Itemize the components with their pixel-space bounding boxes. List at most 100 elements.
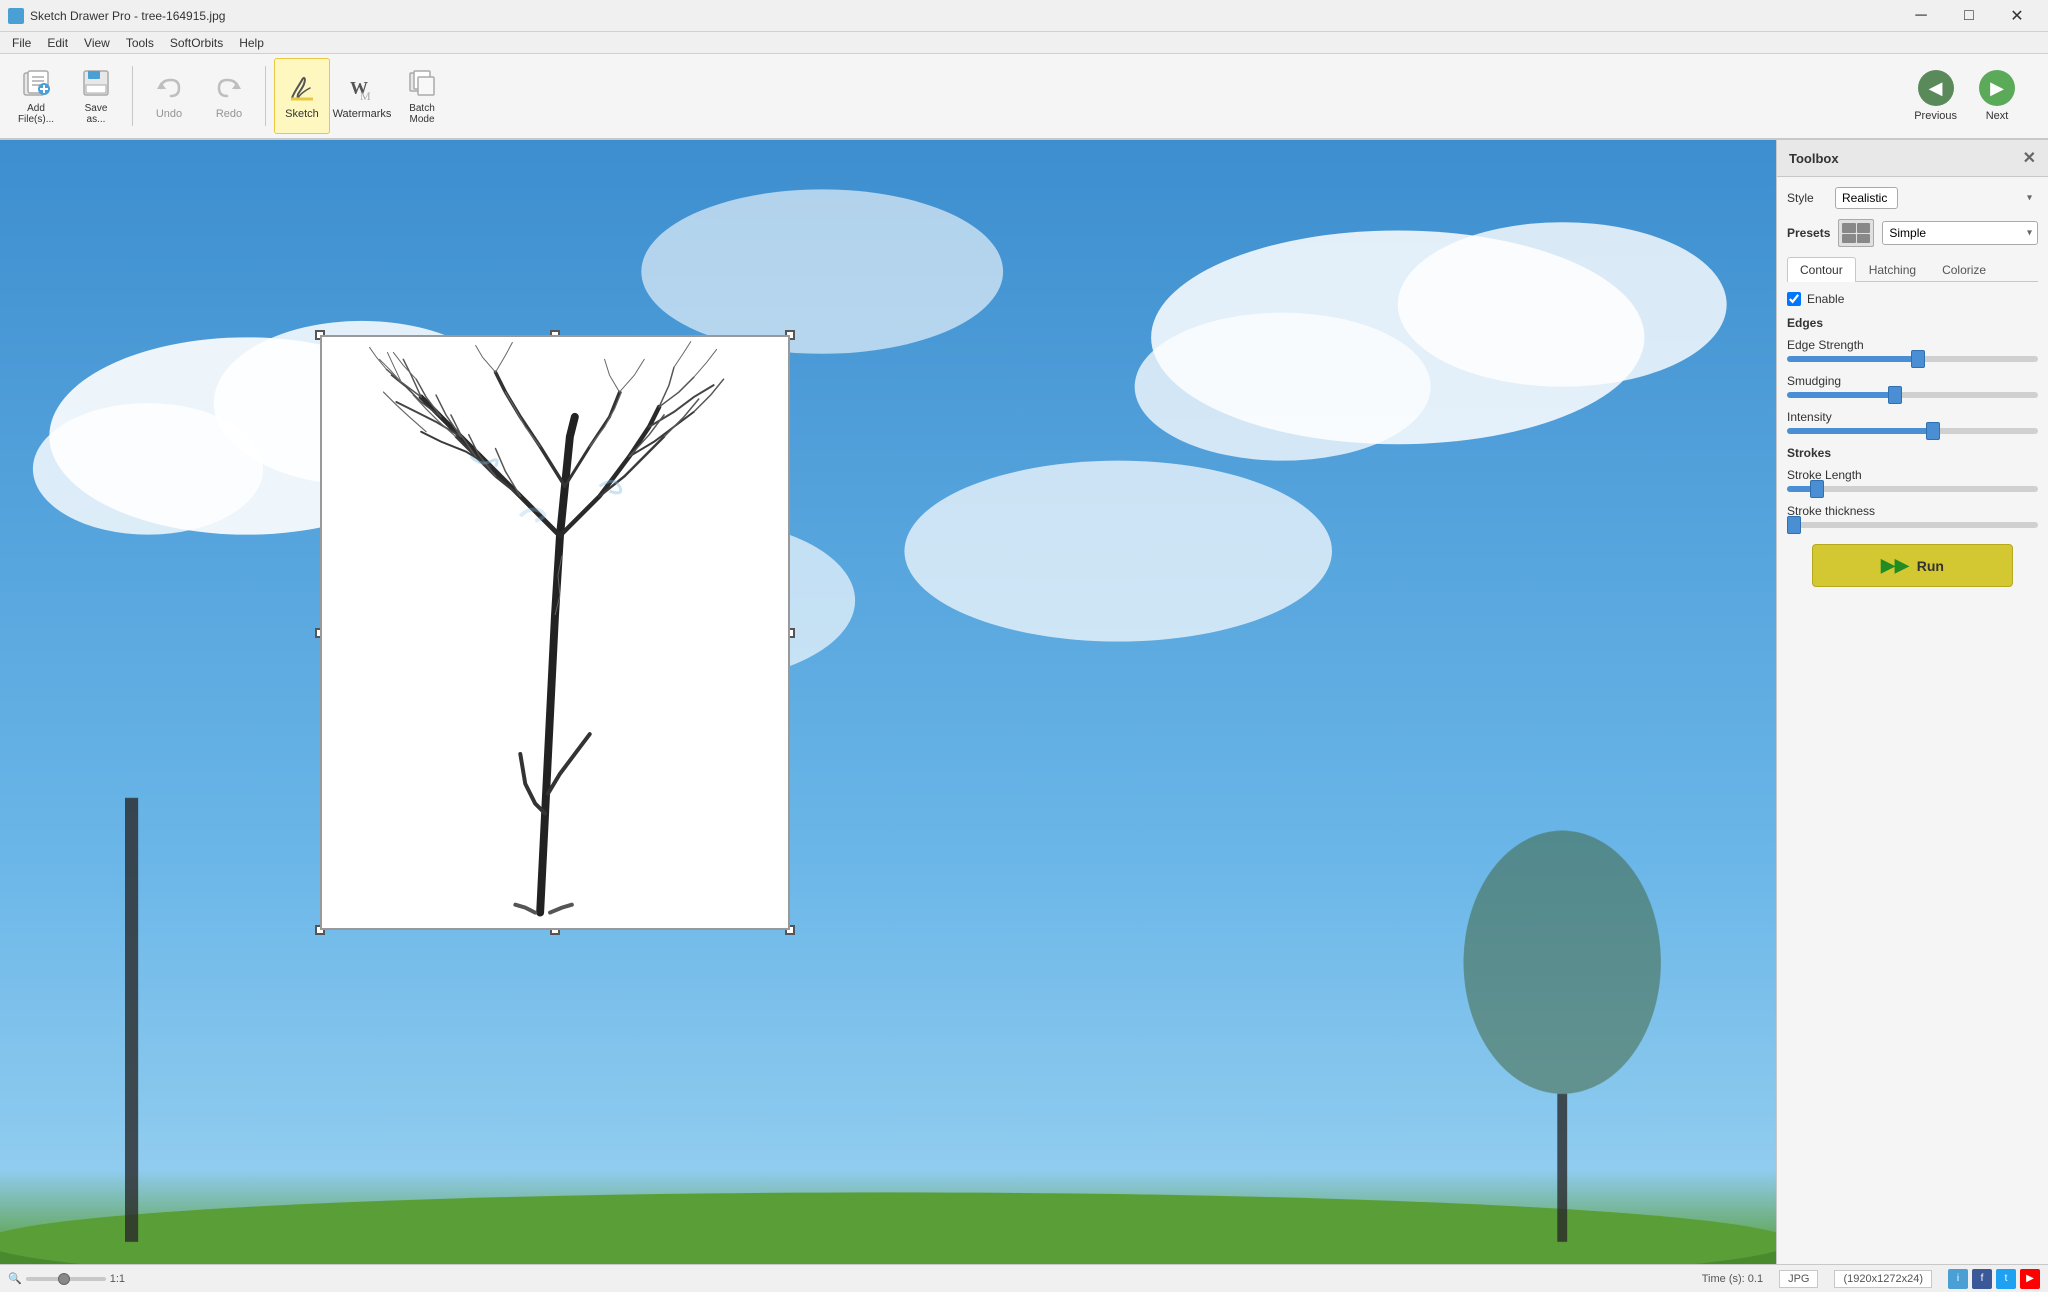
next-button[interactable]: ▶ Next: [1970, 65, 2024, 127]
stroke-thickness-thumb[interactable]: [1787, 516, 1801, 534]
menu-bar: File Edit View Tools SoftOrbits Help: [0, 32, 2048, 54]
previous-icon: ◀: [1918, 70, 1954, 106]
title-bar: Sketch Drawer Pro - tree-164915.jpg ─ □ …: [0, 0, 2048, 32]
canvas-area[interactable]: [0, 140, 1776, 1264]
minimize-button[interactable]: ─: [1898, 0, 1944, 32]
status-dims: (1920x1272x24): [1834, 1270, 1932, 1288]
presets-icon: [1838, 219, 1874, 247]
status-time: Time (s): 0.1: [1702, 1273, 1763, 1285]
stroke-thickness-row: Stroke thickness: [1787, 504, 2038, 528]
menu-softorbits[interactable]: SoftOrbits: [162, 34, 231, 52]
run-label: Run: [1917, 558, 1944, 574]
save-as-label: Saveas...: [85, 103, 108, 125]
toolbox-body: Style Realistic Pencil Charcoal Presets: [1777, 177, 2048, 1264]
sketch-button[interactable]: Sketch: [274, 58, 330, 134]
smudging-thumb[interactable]: [1888, 386, 1902, 404]
zoom-thumb[interactable]: [58, 1273, 70, 1285]
menu-view[interactable]: View: [76, 34, 118, 52]
smudging-row: Smudging: [1787, 374, 2038, 398]
enable-row: Enable: [1787, 292, 2038, 306]
intensity-thumb[interactable]: [1926, 422, 1940, 440]
sketch-icon: [286, 72, 318, 104]
stroke-length-label: Stroke Length: [1787, 468, 2038, 482]
menu-tools[interactable]: Tools: [118, 34, 162, 52]
stroke-thickness-slider[interactable]: [1787, 522, 2038, 528]
watermarks-icon: W M: [346, 72, 378, 104]
sketch-label: Sketch: [285, 108, 319, 120]
tab-hatching[interactable]: Hatching: [1856, 257, 1929, 282]
toolbar-sep-2: [265, 66, 266, 126]
menu-help[interactable]: Help: [231, 34, 272, 52]
add-files-icon: [20, 67, 52, 99]
add-files-label: AddFile(s)...: [18, 103, 54, 125]
presets-label: Presets: [1787, 226, 1830, 240]
run-icon: ▶▶: [1881, 555, 1909, 576]
window-controls: ─ □ ✕: [1898, 0, 2040, 32]
batch-mode-label: BatchMode: [409, 103, 435, 125]
status-zoom: 🔍 1:1: [8, 1272, 125, 1285]
svg-text:M: M: [360, 89, 371, 103]
intensity-slider[interactable]: [1787, 428, 2038, 434]
app-icon: [8, 8, 24, 24]
strokes-section-label: Strokes: [1787, 446, 2038, 460]
toolbox-header: Toolbox ✕: [1777, 140, 2048, 177]
social-icon-1[interactable]: f: [1972, 1269, 1992, 1289]
intensity-label: Intensity: [1787, 410, 2038, 424]
zoom-slider[interactable]: [26, 1277, 106, 1281]
zoom-level: 1:1: [110, 1273, 125, 1285]
toolbox-panel: Toolbox ✕ Style Realistic Pencil Charcoa…: [1776, 140, 2048, 1264]
style-select[interactable]: Realistic Pencil Charcoal: [1835, 187, 1898, 209]
stroke-length-slider[interactable]: [1787, 486, 2038, 492]
intensity-row: Intensity: [1787, 410, 2038, 434]
close-button[interactable]: ✕: [1994, 0, 2040, 32]
enable-label[interactable]: Enable: [1807, 292, 1844, 306]
undo-icon: [153, 72, 185, 104]
tab-contour[interactable]: Contour: [1787, 257, 1856, 282]
stroke-length-row: Stroke Length: [1787, 468, 2038, 492]
run-button[interactable]: ▶▶ Run: [1812, 544, 2013, 587]
window-title: Sketch Drawer Pro - tree-164915.jpg: [30, 9, 225, 23]
next-icon: ▶: [1979, 70, 2015, 106]
menu-file[interactable]: File: [4, 34, 39, 52]
info-icon-button[interactable]: i: [1948, 1269, 1968, 1289]
menu-edit[interactable]: Edit: [39, 34, 76, 52]
redo-icon: [213, 72, 245, 104]
social-icon-3[interactable]: ▶: [2020, 1269, 2040, 1289]
smudging-label: Smudging: [1787, 374, 2038, 388]
presets-row: Presets Simple Standard Detailed: [1787, 219, 2038, 247]
toolbox-close-button[interactable]: ✕: [2023, 148, 2036, 168]
smudging-fill: [1787, 392, 1895, 398]
main-content: Toolbox ✕ Style Realistic Pencil Charcoa…: [0, 140, 2048, 1264]
batch-mode-icon: [406, 67, 438, 99]
toolbar: AddFile(s)... Saveas... Undo: [0, 54, 2048, 140]
edge-strength-fill: [1787, 356, 1918, 362]
watermarks-button[interactable]: W M Watermarks: [334, 58, 390, 134]
toolbar-sep-1: [132, 66, 133, 126]
stroke-thickness-label: Stroke thickness: [1787, 504, 2038, 518]
presets-select[interactable]: Simple Standard Detailed: [1882, 221, 2038, 245]
toolbox-title: Toolbox: [1789, 151, 1839, 166]
status-format: JPG: [1779, 1270, 1818, 1288]
next-label: Next: [1986, 110, 2009, 122]
add-files-button[interactable]: AddFile(s)...: [8, 58, 64, 134]
enable-checkbox[interactable]: [1787, 292, 1801, 306]
sketch-canvas[interactable]: [320, 335, 790, 930]
edge-strength-thumb[interactable]: [1911, 350, 1925, 368]
redo-button[interactable]: Redo: [201, 58, 257, 134]
undo-button[interactable]: Undo: [141, 58, 197, 134]
previous-button[interactable]: ◀ Previous: [1905, 65, 1966, 127]
edge-strength-slider[interactable]: [1787, 356, 2038, 362]
maximize-button[interactable]: □: [1946, 0, 1992, 32]
edges-section-label: Edges: [1787, 316, 2038, 330]
save-as-button[interactable]: Saveas...: [68, 58, 124, 134]
style-label: Style: [1787, 191, 1827, 205]
stroke-length-thumb[interactable]: [1810, 480, 1824, 498]
social-icon-2[interactable]: t: [1996, 1269, 2016, 1289]
redo-label: Redo: [216, 108, 242, 120]
style-select-wrapper: Realistic Pencil Charcoal: [1835, 187, 2038, 209]
tabs: Contour Hatching Colorize: [1787, 257, 2038, 282]
tab-colorize[interactable]: Colorize: [1929, 257, 1999, 282]
save-as-icon: [80, 67, 112, 99]
batch-mode-button[interactable]: BatchMode: [394, 58, 450, 134]
smudging-slider[interactable]: [1787, 392, 2038, 398]
